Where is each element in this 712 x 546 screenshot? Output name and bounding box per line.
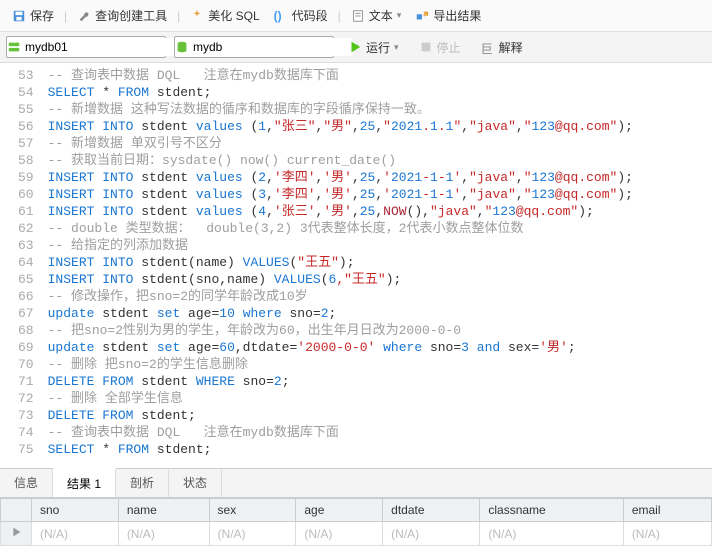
server-icon bbox=[7, 40, 21, 54]
explain-label: 解释 bbox=[499, 39, 523, 56]
grid-header-row: snonamesexagedtdateclassnameemail bbox=[1, 499, 712, 522]
row-handle[interactable] bbox=[1, 522, 32, 546]
snippet-label: 代码段 bbox=[292, 7, 328, 24]
db1-input[interactable] bbox=[21, 38, 184, 56]
save-icon bbox=[12, 9, 26, 23]
text-label: 文本 bbox=[369, 7, 393, 24]
col-dtdate[interactable]: dtdate bbox=[383, 499, 480, 522]
bracket-icon: () bbox=[274, 9, 288, 23]
cell[interactable]: (N/A) bbox=[118, 522, 209, 546]
db2-combo[interactable]: ▾ bbox=[174, 36, 334, 58]
tab-2[interactable]: 剖析 bbox=[116, 469, 169, 497]
tab-1[interactable]: 结果 1 bbox=[53, 468, 116, 497]
cell[interactable]: (N/A) bbox=[623, 522, 711, 546]
run-label: 运行 bbox=[366, 39, 390, 56]
wrench-icon bbox=[77, 9, 91, 23]
beautify-button[interactable]: 美化 SQL bbox=[184, 4, 265, 27]
save-label: 保存 bbox=[30, 7, 54, 24]
connection-bar: ▾ ▾ 运行 ▾ 停止 巨 解释 bbox=[0, 32, 712, 63]
result-tabs: 信息结果 1剖析状态 bbox=[0, 468, 712, 498]
col-email[interactable]: email bbox=[623, 499, 711, 522]
cell[interactable]: (N/A) bbox=[383, 522, 480, 546]
main-toolbar: 保存 | 查询创建工具 | 美化 SQL () 代码段 | 文本 ▾ 导出结果 bbox=[0, 0, 712, 32]
chevron-down-icon: ▾ bbox=[394, 42, 399, 53]
code-area[interactable]: -- 查询表中数据 DQL 注意在mydb数据库下面 SELECT * FROM… bbox=[48, 67, 712, 458]
export-button[interactable]: 导出结果 bbox=[409, 4, 487, 27]
col-name[interactable]: name bbox=[118, 499, 209, 522]
save-button[interactable]: 保存 bbox=[6, 4, 60, 27]
snippet-button[interactable]: () 代码段 bbox=[268, 4, 334, 27]
export-icon bbox=[415, 9, 429, 23]
explain-button[interactable]: 巨 解释 bbox=[475, 37, 529, 58]
cell[interactable]: (N/A) bbox=[32, 522, 119, 546]
sparkle-icon bbox=[190, 9, 204, 23]
explain-icon: 巨 bbox=[481, 40, 495, 54]
chevron-down-icon: ▾ bbox=[397, 10, 402, 21]
export-label: 导出结果 bbox=[433, 7, 481, 24]
db2-input[interactable] bbox=[189, 38, 352, 56]
col-sex[interactable]: sex bbox=[209, 499, 296, 522]
run-button[interactable]: 运行 ▾ bbox=[342, 37, 405, 58]
tab-0[interactable]: 信息 bbox=[0, 469, 53, 497]
line-gutter: 53 54 55 56 57 58 59 60 61 62 63 64 65 6… bbox=[0, 67, 48, 458]
query-builder-button[interactable]: 查询创建工具 bbox=[71, 4, 173, 27]
stop-label: 停止 bbox=[437, 39, 461, 56]
result-grid: snonamesexagedtdateclassnameemail (N/A)(… bbox=[0, 498, 712, 546]
database-icon bbox=[175, 40, 189, 54]
beautify-label: 美化 SQL bbox=[208, 7, 259, 24]
col-sno[interactable]: sno bbox=[32, 499, 119, 522]
cell[interactable]: (N/A) bbox=[209, 522, 296, 546]
document-icon bbox=[351, 9, 365, 23]
stop-icon bbox=[419, 40, 433, 54]
cell[interactable]: (N/A) bbox=[480, 522, 623, 546]
row-header-corner bbox=[1, 499, 32, 522]
query-builder-label: 查询创建工具 bbox=[95, 7, 167, 24]
sql-editor[interactable]: 53 54 55 56 57 58 59 60 61 62 63 64 65 6… bbox=[0, 63, 712, 468]
play-icon bbox=[348, 40, 362, 54]
tab-3[interactable]: 状态 bbox=[169, 469, 222, 497]
db1-combo[interactable]: ▾ bbox=[6, 36, 166, 58]
table-row[interactable]: (N/A)(N/A)(N/A)(N/A)(N/A)(N/A)(N/A) bbox=[1, 522, 712, 546]
cell[interactable]: (N/A) bbox=[296, 522, 383, 546]
stop-button[interactable]: 停止 bbox=[413, 37, 467, 58]
col-age[interactable]: age bbox=[296, 499, 383, 522]
text-button[interactable]: 文本 ▾ bbox=[345, 4, 408, 27]
col-classname[interactable]: classname bbox=[480, 499, 623, 522]
